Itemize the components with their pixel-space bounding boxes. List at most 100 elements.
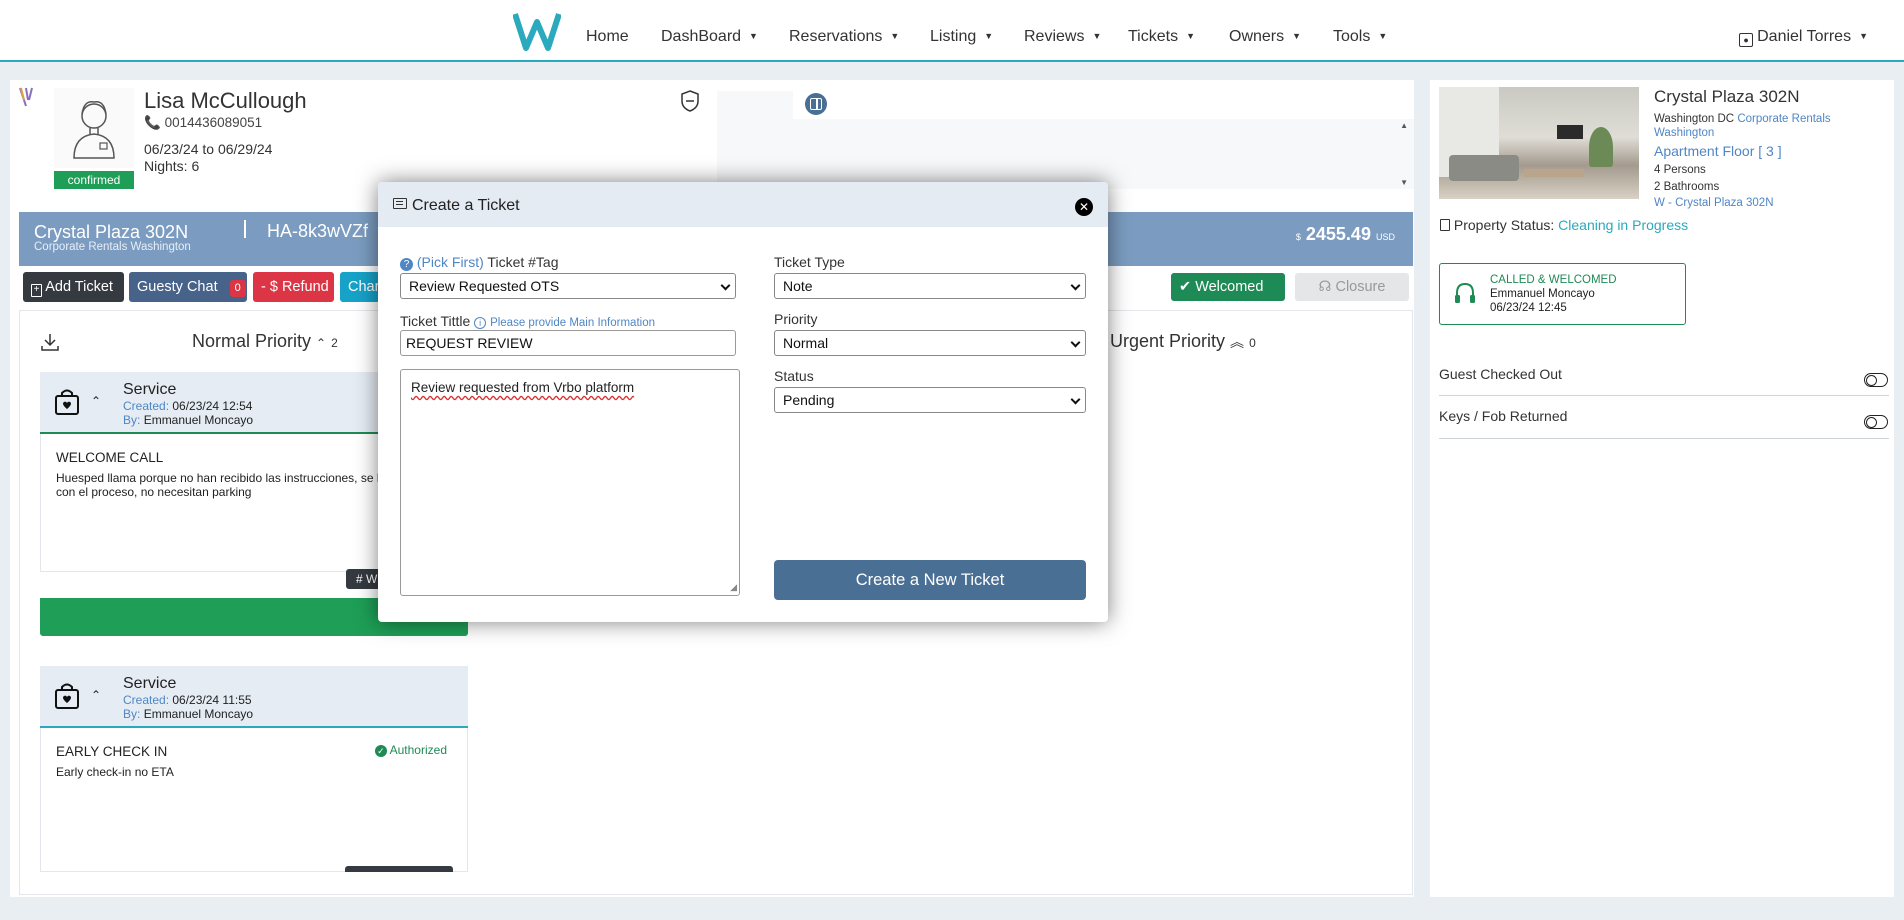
- ticket-description-line2: con el proceso, no necesitan parking: [56, 485, 252, 499]
- listing-link[interactable]: W - Crystal Plaza 302N: [1654, 197, 1774, 209]
- check-circle-icon: ✓: [374, 745, 387, 757]
- bar-property-company: Corporate Rentals Washington: [34, 241, 191, 253]
- ticket-description: Huesped llama porque no han recibido las…: [56, 471, 380, 485]
- nav-listing[interactable]: Listing ▼: [930, 28, 993, 46]
- nav-reservations[interactable]: Reservations ▼: [789, 28, 899, 46]
- create-ticket-modal: Create a Ticket ✕ ? (Pick First) Ticket …: [378, 182, 1108, 622]
- collapse-icon[interactable]: ⌃: [91, 688, 101, 702]
- stay-nights: Nights: 6: [144, 158, 200, 174]
- guest-phone[interactable]: 📞 0014436089051: [144, 115, 262, 131]
- property-location: Washington DC Corporate Rentals Washingt…: [1654, 113, 1831, 139]
- ticket-tag-select[interactable]: Review Requested OTS: [400, 273, 736, 299]
- nav-tickets[interactable]: Tickets ▼: [1128, 28, 1195, 46]
- ticket-title-label: Ticket Tittle i Please provide Main Info…: [400, 313, 655, 329]
- ribbon-icon: [18, 86, 44, 108]
- refund-button[interactable]: - $ Refund: [253, 272, 334, 302]
- bar-property-name: Crystal Plaza 302N: [34, 222, 189, 242]
- status-label: Status: [774, 368, 814, 384]
- called-by: Emmanuel Moncayo: [1490, 288, 1595, 300]
- ticket-card[interactable]: ⌃ Service Created: 06/23/24 11:55 By: Em…: [40, 666, 468, 872]
- ticket-card-header: ⌃ Service Created: 06/23/24 11:55 By: Em…: [40, 666, 468, 728]
- ticket-type: Service: [123, 675, 177, 692]
- charge-button[interactable]: Char: [340, 272, 380, 302]
- top-navbar: Home DashBoard ▼ Reservations ▼ Listing ▼ R…: [0, 0, 1904, 62]
- ticket-title-input[interactable]: REQUEST REVIEW: [400, 330, 736, 356]
- chevron-down-icon: [1070, 394, 1081, 405]
- property-floor: Apartment Floor [ 3 ]: [1654, 143, 1782, 159]
- priority-label: Priority: [774, 311, 818, 327]
- ticket-title: WELCOME CALL: [56, 450, 164, 465]
- property-status: Property Status: Cleaning in Progress: [1440, 217, 1688, 233]
- property-name: Crystal Plaza 302N: [1654, 87, 1800, 106]
- plus-square-icon: +: [31, 284, 42, 297]
- keys-returned-label: Keys / Fob Returned: [1439, 408, 1568, 424]
- closure-button[interactable]: ☊ Closure: [1295, 273, 1409, 301]
- ticket-description: Early check-in no ETA: [56, 765, 174, 779]
- nav-home[interactable]: Home: [586, 28, 629, 46]
- called-time: 06/23/24 12:45: [1490, 302, 1567, 314]
- collapse-icon[interactable]: ⌃: [91, 394, 101, 408]
- chevron-up-icon: ⌃: [316, 336, 327, 350]
- status-select[interactable]: Pending: [774, 387, 1086, 413]
- property-bathrooms: 2 Bathrooms: [1654, 181, 1720, 193]
- add-ticket-button[interactable]: + Add Ticket: [23, 272, 124, 302]
- keys-returned-toggle[interactable]: [1864, 415, 1888, 429]
- ticket-title: EARLY CHECK IN: [56, 744, 168, 759]
- double-chevron-up-icon: ︽: [1230, 334, 1245, 350]
- info-icon: i: [474, 317, 487, 329]
- guest-avatar: [54, 88, 134, 168]
- headset-icon: ☊: [1318, 279, 1332, 295]
- ticket-tag-label: ? (Pick First) Ticket #Tag: [400, 254, 559, 271]
- ticket-author: By: Emmanuel Moncayo: [123, 707, 254, 721]
- called-label: CALLED & WELCOMED: [1490, 274, 1617, 286]
- download-icon[interactable]: [40, 332, 60, 352]
- shield-icon[interactable]: [680, 90, 700, 112]
- ticket-type: Service: [123, 381, 177, 398]
- welcomed-button[interactable]: ✔ Welcomed: [1171, 273, 1285, 301]
- check-circle-icon: ✔: [1179, 279, 1192, 295]
- nav-owners[interactable]: Owners ▼: [1229, 28, 1301, 46]
- create-ticket-button[interactable]: Create a New Ticket: [774, 560, 1086, 600]
- nav-tools[interactable]: Tools ▼: [1333, 28, 1387, 46]
- ticket-description-textarea[interactable]: Review requested from Vrbo platform ◢: [400, 369, 740, 596]
- shopping-bag-icon: [55, 683, 79, 709]
- ticket-card-body: EARLY CHECK IN ✓ Authorized Early check-…: [40, 728, 468, 872]
- priority-select[interactable]: Normal: [774, 330, 1086, 356]
- ticket-type-select[interactable]: Note: [774, 273, 1086, 299]
- ticket-created: Created: 06/23/24 12:54: [123, 399, 253, 413]
- ticket-type-label: Ticket Type: [774, 254, 845, 270]
- divider: [1439, 438, 1889, 439]
- reservation-status-badge: confirmed: [54, 171, 134, 189]
- ticket-created: Created: 06/23/24 11:55: [123, 693, 252, 707]
- help-icon[interactable]: ?: [400, 258, 413, 271]
- ticket-tag-badge: [345, 866, 453, 872]
- nav-dashboard[interactable]: DashBoard ▼: [661, 28, 758, 46]
- divider: [1439, 395, 1889, 396]
- modal-header: Create a Ticket ✕: [378, 182, 1108, 227]
- panel-toggle-icon[interactable]: [805, 93, 827, 115]
- chevron-down-icon: [1070, 280, 1081, 291]
- called-welcomed-card: CALLED & WELCOMED Emmanuel Moncayo 06/23…: [1439, 263, 1686, 325]
- chevron-down-icon: [720, 280, 731, 291]
- property-persons: 4 Persons: [1654, 164, 1706, 176]
- normal-priority-title: Normal Priority ⌃ 2: [192, 331, 338, 351]
- property-photo: [1439, 87, 1639, 199]
- reservation-code: HA-8k3wVZf: [267, 221, 369, 241]
- close-icon[interactable]: ✕: [1075, 198, 1093, 216]
- phone-icon: 📞: [144, 115, 161, 130]
- nav-reviews[interactable]: Reviews ▼: [1024, 28, 1101, 46]
- notes-tab-area: [717, 91, 793, 119]
- user-menu[interactable]: ● Daniel Torres ▼: [1739, 28, 1868, 47]
- urgent-priority-title: Urgent Priority ︽ 0: [1110, 331, 1256, 351]
- brand-logo[interactable]: [513, 10, 561, 52]
- chevron-down-icon: [1070, 337, 1081, 348]
- user-icon: ●: [1739, 33, 1754, 47]
- ticket-icon: [393, 198, 407, 209]
- guest-checked-out-toggle[interactable]: [1864, 373, 1888, 387]
- stay-dates: 06/23/24 to 06/29/24: [144, 141, 273, 157]
- reservation-price: $ 2455.49 USD: [1295, 224, 1395, 244]
- clipboard-icon: [1440, 219, 1450, 231]
- guesty-chat-button[interactable]: Guesty Chat 0: [129, 272, 247, 302]
- resize-handle-icon[interactable]: ◢: [730, 582, 737, 593]
- notes-area[interactable]: ▲ ▼: [717, 119, 1414, 189]
